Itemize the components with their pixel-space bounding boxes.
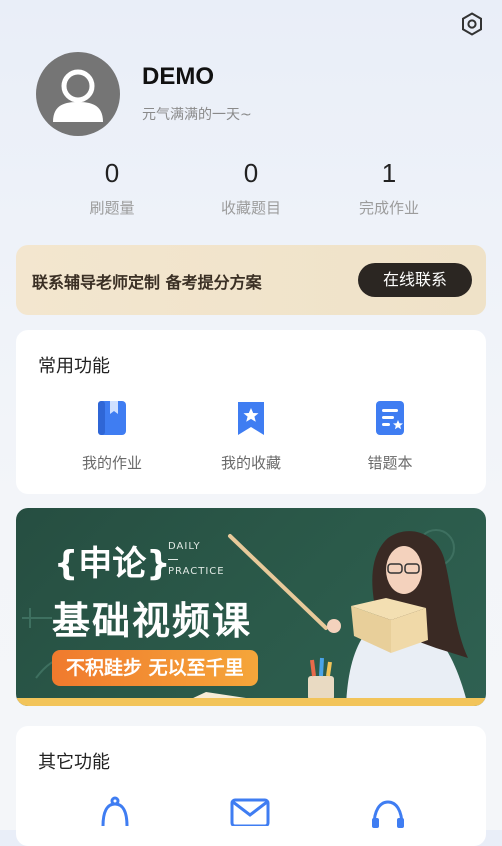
promo-daily-line2: PRACTICE bbox=[168, 566, 225, 577]
promo-headline: 基础视频课 bbox=[52, 599, 253, 643]
other-functions-card: 其它功能 bbox=[16, 726, 486, 846]
promo-daily-practice: DAILY PRACTICE bbox=[168, 540, 225, 578]
stat-label: 完成作业 bbox=[358, 199, 419, 217]
promo-slogan: 不积跬步 无以至千里 bbox=[52, 650, 258, 686]
promo-bottom-strip bbox=[16, 698, 486, 706]
stat-label: 收藏题目 bbox=[220, 199, 281, 217]
stat-completed-homework[interactable]: 1 完成作业 bbox=[329, 158, 449, 218]
stat-practice-count[interactable]: 0 刷题量 bbox=[52, 158, 172, 218]
promo-daily-line1: DAILY bbox=[168, 541, 201, 552]
consult-banner-text: 联系辅导老师定制 备考提分方案 bbox=[32, 273, 262, 292]
settings-gear-icon[interactable] bbox=[458, 10, 486, 38]
section-title: 其它功能 bbox=[38, 752, 110, 773]
function-label: 我的收藏 bbox=[220, 454, 281, 472]
my-favorites-button[interactable]: 我的收藏 bbox=[191, 398, 311, 473]
user-avatar-icon bbox=[53, 69, 103, 122]
online-contact-button[interactable]: 在线联系 bbox=[358, 263, 472, 297]
username: DEMO bbox=[142, 63, 214, 90]
avatar[interactable] bbox=[36, 52, 120, 136]
function-label: 错题本 bbox=[367, 454, 413, 472]
mail-icon[interactable] bbox=[230, 798, 270, 830]
bell-icon[interactable] bbox=[98, 796, 132, 830]
stat-favorites[interactable]: 0 收藏题目 bbox=[191, 158, 311, 218]
bookmark-star-icon bbox=[231, 398, 271, 438]
function-label: 我的作业 bbox=[81, 454, 142, 472]
promo-video-course-banner[interactable]: {申论} DAILY PRACTICE 基础视频课 不积跬步 无以至千里 bbox=[16, 508, 486, 706]
wrong-notes-button[interactable]: 错题本 bbox=[330, 398, 450, 473]
promo-divider bbox=[168, 559, 178, 560]
promo-subject-title: {申论} bbox=[54, 544, 171, 584]
my-homework-button[interactable]: 我的作业 bbox=[52, 398, 172, 473]
stat-value: 0 bbox=[243, 158, 259, 188]
stat-value: 1 bbox=[381, 158, 397, 188]
user-motto: 元气满满的一天~ bbox=[142, 107, 252, 123]
headset-icon[interactable] bbox=[370, 798, 406, 832]
stat-label: 刷题量 bbox=[89, 199, 135, 217]
consult-banner: 联系辅导老师定制 备考提分方案 在线联系 bbox=[16, 245, 486, 315]
common-functions-card: 常用功能 我的作业 我的收藏 错题本 bbox=[16, 330, 486, 494]
book-icon bbox=[92, 398, 132, 438]
stat-value: 0 bbox=[104, 158, 120, 188]
wrong-notes-icon bbox=[370, 398, 410, 438]
section-title: 常用功能 bbox=[38, 356, 110, 377]
